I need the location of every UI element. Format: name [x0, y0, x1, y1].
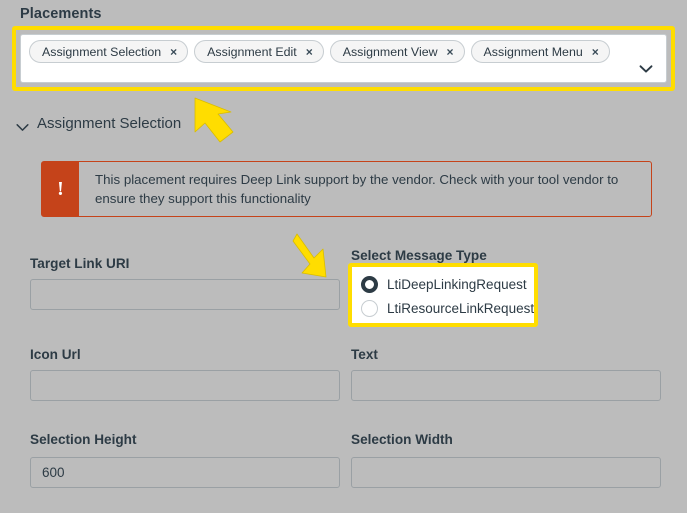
placement-tag[interactable]: Assignment Edit × [194, 40, 324, 63]
chevron-down-icon [16, 119, 29, 131]
placement-tag[interactable]: Assignment Selection × [29, 40, 189, 63]
selection-width-label: Selection Width [351, 432, 453, 447]
page-root: Placements Assignment Selection × Assign… [0, 0, 687, 513]
text-label: Text [351, 347, 378, 362]
placements-highlight-annotation: Assignment Selection × Assignment Edit ×… [12, 26, 675, 91]
close-icon[interactable]: × [306, 46, 313, 58]
target-link-uri-input[interactable] [30, 279, 340, 310]
arrow-pointing-up-left-icon [193, 96, 245, 144]
selection-height-label: Selection Height [30, 432, 137, 447]
target-link-uri-label: Target Link URI [30, 256, 130, 271]
section-header-label: Assignment Selection [37, 115, 182, 132]
radio-option-lti-resource-link-request[interactable]: LtiResourceLinkRequest [361, 296, 534, 320]
radio-option-label: LtiResourceLinkRequest [387, 300, 535, 316]
radio-option-lti-deep-linking-request[interactable]: LtiDeepLinkingRequest [361, 272, 528, 296]
deep-link-warning-alert: ! This placement requires Deep Link supp… [41, 161, 652, 217]
radio-option-label: LtiDeepLinkingRequest [387, 276, 527, 292]
icon-url-label: Icon Url [30, 347, 81, 362]
selection-width-input[interactable] [351, 457, 661, 488]
close-icon[interactable]: × [592, 46, 599, 58]
placement-tag-label: Assignment Selection [42, 44, 162, 59]
icon-url-input[interactable] [30, 370, 340, 401]
chevron-down-icon[interactable] [639, 64, 653, 74]
message-type-radio-group[interactable]: LtiDeepLinkingRequest LtiResourceLinkReq… [352, 267, 534, 323]
placements-multiselect[interactable]: Assignment Selection × Assignment Edit ×… [20, 34, 667, 83]
close-icon[interactable]: × [447, 46, 454, 58]
placements-tag-row: Assignment Selection × Assignment Edit ×… [29, 40, 610, 63]
exclamation-glyph: ! [57, 178, 64, 200]
placement-tag-label: Assignment View [342, 44, 438, 59]
exclamation-icon: ! [42, 162, 79, 216]
message-type-highlight-annotation: LtiDeepLinkingRequest LtiResourceLinkReq… [348, 263, 538, 327]
select-message-type-label: Select Message Type [351, 248, 487, 263]
radio-selected-icon[interactable] [361, 275, 378, 293]
placement-tag-label: Assignment Edit [207, 44, 297, 59]
radio-unselected-icon[interactable] [361, 299, 378, 317]
placements-label: Placements [20, 6, 102, 22]
selection-height-input[interactable] [30, 457, 340, 488]
text-input[interactable] [351, 370, 661, 401]
close-icon[interactable]: × [170, 46, 177, 58]
alert-message: This placement requires Deep Link suppor… [95, 172, 619, 207]
section-header-assignment-selection[interactable]: Assignment Selection [16, 115, 181, 132]
placement-tag[interactable]: Assignment View × [329, 40, 465, 63]
placement-tag-label: Assignment Menu [483, 44, 583, 59]
placement-tag[interactable]: Assignment Menu × [470, 40, 610, 63]
